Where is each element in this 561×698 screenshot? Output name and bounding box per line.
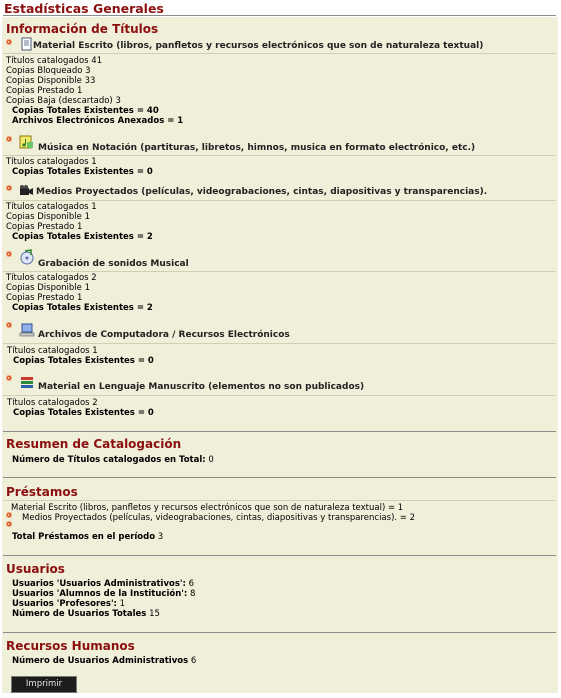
category-title-lenguaje-manuscrito: Material en Lenguaje Manuscrito (element… bbox=[38, 382, 365, 392]
bullet-icon bbox=[6, 375, 12, 381]
statistics-page: Estadísticas Generales Información de Tí… bbox=[0, 0, 561, 698]
bullet-icon bbox=[6, 185, 12, 191]
resumen-row: Número de Títulos catalogados en Total: … bbox=[12, 455, 214, 465]
category-title-material-escrito: Material Escrito (libros, panfletos y re… bbox=[33, 41, 484, 51]
section-heading-resumen: Resumen de Catalogación bbox=[6, 437, 182, 451]
stat-total: Copias Totales Existentes = 0 bbox=[12, 167, 153, 177]
divider bbox=[3, 53, 556, 54]
divider bbox=[3, 200, 556, 201]
sheet-music-icon bbox=[19, 135, 33, 149]
usuarios-row: Usuarios 'Usuarios Administrativos': 6 bbox=[12, 579, 194, 589]
usuarios-row: Usuarios 'Profesores': 1 bbox=[12, 599, 125, 609]
stat-line: Títulos catalogados 1 bbox=[6, 202, 97, 212]
bullet-icon bbox=[6, 322, 12, 328]
stat-total: Copias Totales Existentes = 2 bbox=[12, 303, 153, 313]
divider bbox=[3, 271, 556, 272]
usuarios-value: 15 bbox=[149, 609, 160, 619]
divider bbox=[3, 155, 556, 156]
category-title-musica-notacion: Música en Notación (partituras, libretos… bbox=[38, 143, 476, 153]
prestamos-total-value: 3 bbox=[157, 532, 164, 542]
video-camera-icon bbox=[20, 185, 33, 195]
stat-line: Copias Disponible 1 bbox=[6, 212, 91, 222]
section-heading-recursos: Recursos Humanos bbox=[6, 639, 135, 653]
category-title-grabacion-sonidos: Grabación de sonidos Musical bbox=[38, 259, 189, 269]
section-heading-prestamos: Préstamos bbox=[6, 485, 78, 499]
section-divider bbox=[3, 431, 556, 432]
divider bbox=[3, 500, 556, 501]
music-recording-icon bbox=[20, 249, 34, 265]
stat-total: Archivos Electrónicos Anexados = 1 bbox=[12, 116, 184, 126]
usuarios-row: Usuarios 'Alumnos de la Institución': 8 bbox=[12, 589, 195, 599]
section-heading-titulos: Información de Títulos bbox=[6, 22, 159, 36]
stat-line: Títulos catalogados 1 bbox=[6, 157, 97, 167]
manuscript-books-icon bbox=[21, 377, 33, 388]
section-divider bbox=[3, 555, 556, 556]
section-heading-usuarios: Usuarios bbox=[6, 562, 65, 576]
bullet-icon bbox=[6, 39, 12, 45]
print-button[interactable]: Imprimir bbox=[11, 676, 77, 693]
stat-line: Títulos catalogados 1 bbox=[7, 346, 98, 356]
section-divider bbox=[3, 632, 556, 633]
usuarios-label: Número de Usuarios Totales bbox=[12, 609, 147, 619]
bullet-icon bbox=[6, 251, 12, 257]
usuarios-label: Usuarios 'Alumnos de la Institución': bbox=[12, 589, 188, 599]
stat-line: Copias Baja (descartado) 3 bbox=[6, 96, 121, 106]
usuarios-value: 1 bbox=[119, 599, 126, 609]
stat-line: Copias Bloqueado 3 bbox=[6, 66, 91, 76]
page-title: Estadísticas Generales bbox=[4, 1, 164, 16]
title-divider bbox=[3, 15, 556, 16]
stat-line: Títulos catalogados 2 bbox=[7, 398, 98, 408]
recursos-value: 6 bbox=[190, 656, 197, 666]
recursos-label: Número de Usuarios Administrativos bbox=[12, 656, 189, 666]
prestamo-item: Material Escrito (libros, panfletos y re… bbox=[11, 503, 404, 513]
bullet-icon bbox=[6, 521, 12, 527]
divider bbox=[3, 343, 556, 344]
recursos-row: Número de Usuarios Administrativos 6 bbox=[12, 656, 196, 666]
category-title-archivos-computadora: Archivos de Computadora / Recursos Elect… bbox=[38, 330, 290, 340]
section-divider bbox=[3, 477, 556, 478]
usuarios-label: Usuarios 'Usuarios Administrativos': bbox=[12, 579, 186, 589]
category-title-medios-proyectados: Medios Proyectados (películas, videograb… bbox=[36, 187, 488, 197]
stat-total: Copias Totales Existentes = 0 bbox=[13, 408, 154, 418]
usuarios-label: Usuarios 'Profesores': bbox=[12, 599, 117, 609]
resumen-label: Número de Títulos catalogados en Total: bbox=[12, 455, 206, 465]
stat-line: Copias Prestado 1 bbox=[6, 86, 83, 96]
stat-line: Copias Disponible 33 bbox=[6, 76, 96, 86]
stat-line: Copias Prestado 1 bbox=[6, 293, 83, 303]
stat-line: Copias Prestado 1 bbox=[6, 222, 83, 232]
stat-line: Títulos catalogados 2 bbox=[6, 273, 97, 283]
prestamos-total-label: Total Préstamos en el período bbox=[12, 532, 156, 542]
prestamo-item: Medios Proyectados (películas, videograb… bbox=[22, 513, 416, 523]
stat-total: Copias Totales Existentes = 2 bbox=[12, 232, 153, 242]
bullet-icon bbox=[6, 136, 12, 142]
stat-total: Copias Totales Existentes = 40 bbox=[12, 106, 159, 116]
stat-total: Copias Totales Existentes = 0 bbox=[13, 356, 154, 366]
usuarios-value: 8 bbox=[189, 589, 196, 599]
resumen-value: 0 bbox=[208, 455, 214, 465]
bullet-icon bbox=[6, 512, 12, 518]
usuarios-value: 6 bbox=[188, 579, 195, 589]
prestamos-total-row: Total Préstamos en el período 3 bbox=[12, 532, 163, 542]
computer-icon bbox=[19, 323, 35, 337]
divider bbox=[3, 395, 556, 396]
usuarios-row: Número de Usuarios Totales 15 bbox=[12, 609, 160, 619]
stat-line: Títulos catalogados 41 bbox=[6, 56, 103, 66]
stat-line: Copias Disponible 1 bbox=[6, 283, 91, 293]
